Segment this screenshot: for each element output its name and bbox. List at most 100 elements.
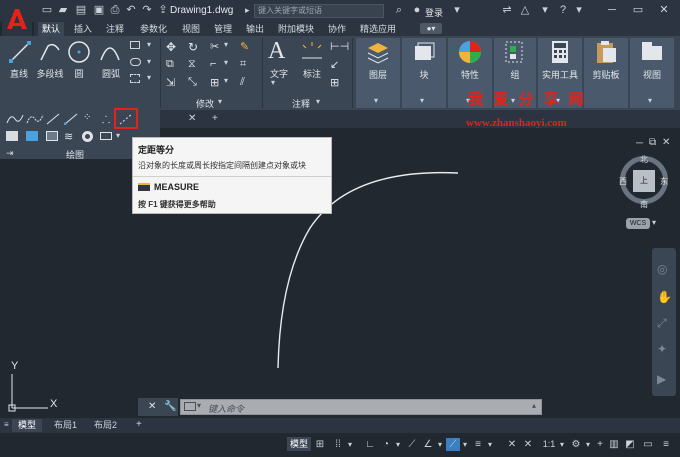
maximize-icon[interactable]: ▭ <box>630 3 646 17</box>
offset-icon[interactable]: ⫽ <box>240 76 245 89</box>
linear-dimension-icon[interactable]: ⊢⊣ <box>330 40 349 53</box>
help-icon[interactable]: ? <box>556 4 570 17</box>
snap-dropdown-icon[interactable]: ▾ <box>346 438 354 451</box>
object-snap-icon[interactable]: ⟋ <box>446 438 460 451</box>
annotation-scale[interactable]: 1:1 <box>541 438 557 451</box>
trim-icon[interactable]: ✂ <box>210 40 219 53</box>
copy-icon[interactable]: ⧉ <box>166 58 174 71</box>
array-icon[interactable]: ⊞ <box>210 76 219 89</box>
polar-icon[interactable]: ◔ <box>380 438 392 451</box>
rotate-icon[interactable]: ↻ <box>188 40 198 54</box>
search-input[interactable]: 键入关键字或短语 <box>254 4 384 18</box>
orbit-icon[interactable]: ✦ <box>657 342 667 356</box>
login-button[interactable]: 登录 <box>425 6 443 19</box>
close-tab-icon[interactable]: ✕ <box>188 113 196 124</box>
pin-icon[interactable]: ⇥ <box>6 148 14 159</box>
rectangle-dropdown-icon[interactable]: ▾ <box>147 40 151 49</box>
wipeout-icon[interactable] <box>26 131 38 141</box>
viewcube-top-face[interactable]: 上 <box>633 170 655 192</box>
ortho-icon[interactable]: ∟ <box>364 438 376 451</box>
circle-icon[interactable] <box>67 40 91 64</box>
clean-screen-icon[interactable]: ▭ <box>642 438 654 451</box>
polar-dropdown-icon[interactable]: ▾ <box>394 438 402 451</box>
auto-scale-icon[interactable]: ✕ <box>522 438 534 451</box>
new-tab-icon[interactable]: + <box>212 113 218 124</box>
redo-icon[interactable]: ↷ <box>140 4 154 17</box>
viewport-close-icon[interactable]: ✕ <box>662 137 670 148</box>
tab-layout2[interactable]: 布局2 <box>88 419 123 432</box>
ellipse-icon[interactable] <box>130 58 141 66</box>
viewcube-north[interactable]: 北 <box>640 154 648 165</box>
tab-collaborate[interactable]: 协作 <box>324 22 350 36</box>
tab-layout1[interactable]: 布局1 <box>48 419 83 432</box>
workspace-icon[interactable]: ⚙ <box>570 438 582 451</box>
autodesk-a360-icon[interactable]: △ <box>518 4 532 17</box>
tracking-dropdown-icon[interactable]: ▾ <box>436 438 444 451</box>
leader-icon[interactable]: ↙ <box>330 58 339 71</box>
workspace-dropdown-icon[interactable]: ▾ <box>584 438 592 451</box>
revcloud-dropdown-icon[interactable]: ▾ <box>116 131 120 140</box>
save-as-icon[interactable]: ▣ <box>92 4 106 17</box>
store-icon[interactable]: ⇌ <box>500 4 514 17</box>
spline-fit-icon[interactable] <box>6 113 24 125</box>
ellipse-dropdown-icon[interactable]: ▾ <box>147 57 151 66</box>
arc-tool-label[interactable]: 圆弧 <box>98 67 124 80</box>
open-folder-icon[interactable]: ▰ <box>56 4 70 17</box>
line-tool-label[interactable]: 直线 <box>5 67 33 80</box>
circle-tool-label[interactable]: 圆 <box>67 67 91 80</box>
divide-icon[interactable]: ⸫ <box>102 112 110 126</box>
explode-icon[interactable]: ⌗ <box>240 58 246 71</box>
login-dropdown-icon[interactable]: ▾ <box>450 4 464 17</box>
viewport-minimize-icon[interactable]: ─ <box>636 138 643 149</box>
quick-properties-icon[interactable]: ◩ <box>624 438 636 451</box>
ray-icon[interactable] <box>64 113 78 125</box>
trim-dropdown-icon[interactable]: ▾ <box>224 40 228 49</box>
dimension-tool-label[interactable]: 标注 <box>298 67 326 80</box>
snap-icon[interactable]: ⁞⁞ <box>332 438 344 451</box>
layer-dropdown-icon[interactable]: ▾ <box>374 96 378 105</box>
tab-annotate[interactable]: 注释 <box>102 22 128 36</box>
isodraft-icon[interactable]: ⟋ <box>406 438 418 451</box>
move-icon[interactable]: ✥ <box>166 40 176 54</box>
erase-icon[interactable]: ✎ <box>240 40 249 53</box>
stretch-icon[interactable]: ⇲ <box>166 76 175 89</box>
viewcube-south[interactable]: 南 <box>640 199 648 210</box>
osnap-dropdown-icon[interactable]: ▾ <box>461 438 469 451</box>
search-icon[interactable]: ⌕ <box>392 4 406 17</box>
block-dropdown-icon[interactable]: ▾ <box>420 96 424 105</box>
model-space-button[interactable]: 模型 <box>287 437 311 451</box>
viewcube-west[interactable]: 西 <box>619 176 627 187</box>
ribbon-options-icon[interactable]: ●▾ <box>420 23 442 34</box>
tab-parametric[interactable]: 参数化 <box>136 22 171 36</box>
minimize-icon[interactable]: ─ <box>604 3 620 17</box>
pan-icon[interactable]: ✋ <box>657 290 672 304</box>
close-command-line-icon[interactable]: ✕ <box>148 401 156 412</box>
annotation-panel-title[interactable]: 注释 <box>292 97 310 110</box>
array-dropdown-icon[interactable]: ▾ <box>224 76 228 85</box>
annotation-monitor-icon[interactable]: + <box>594 438 606 451</box>
new-file-icon[interactable]: ▭ <box>40 4 54 17</box>
modify-panel-title[interactable]: 修改 <box>196 97 214 110</box>
dropdown-icon[interactable]: ▾ <box>538 4 552 17</box>
text-tool-label[interactable]: 文字 <box>266 67 292 80</box>
lineweight-dropdown-icon[interactable]: ▾ <box>486 438 494 451</box>
text-icon[interactable]: A <box>268 38 285 65</box>
annotation-panel-dropdown-icon[interactable]: ▾ <box>316 97 320 106</box>
hatch-icon[interactable] <box>130 74 140 83</box>
tab-insert[interactable]: 插入 <box>70 22 96 36</box>
viewport-restore-icon[interactable]: ⧉ <box>649 137 656 148</box>
tab-featured-apps[interactable]: 精选应用 <box>356 22 400 36</box>
tab-model[interactable]: 模型 <box>12 419 43 432</box>
helix-icon[interactable]: ≋ <box>64 130 73 143</box>
tab-manage[interactable]: 管理 <box>210 22 236 36</box>
units-icon[interactable]: ▥ <box>608 438 620 451</box>
grid-icon[interactable]: ⊞ <box>314 438 326 451</box>
tab-output[interactable]: 输出 <box>242 22 268 36</box>
multiple-points-icon[interactable]: ⁘ <box>83 112 91 123</box>
mirror-icon[interactable]: ⧖ <box>188 58 196 71</box>
tab-addins[interactable]: 附加模块 <box>274 22 318 36</box>
customization-icon[interactable]: ≡ <box>660 438 672 451</box>
user-icon[interactable]: ● <box>410 4 424 17</box>
scale-icon[interactable]: ⤡ <box>188 76 197 89</box>
print-icon[interactable]: ⎙ <box>108 4 122 17</box>
